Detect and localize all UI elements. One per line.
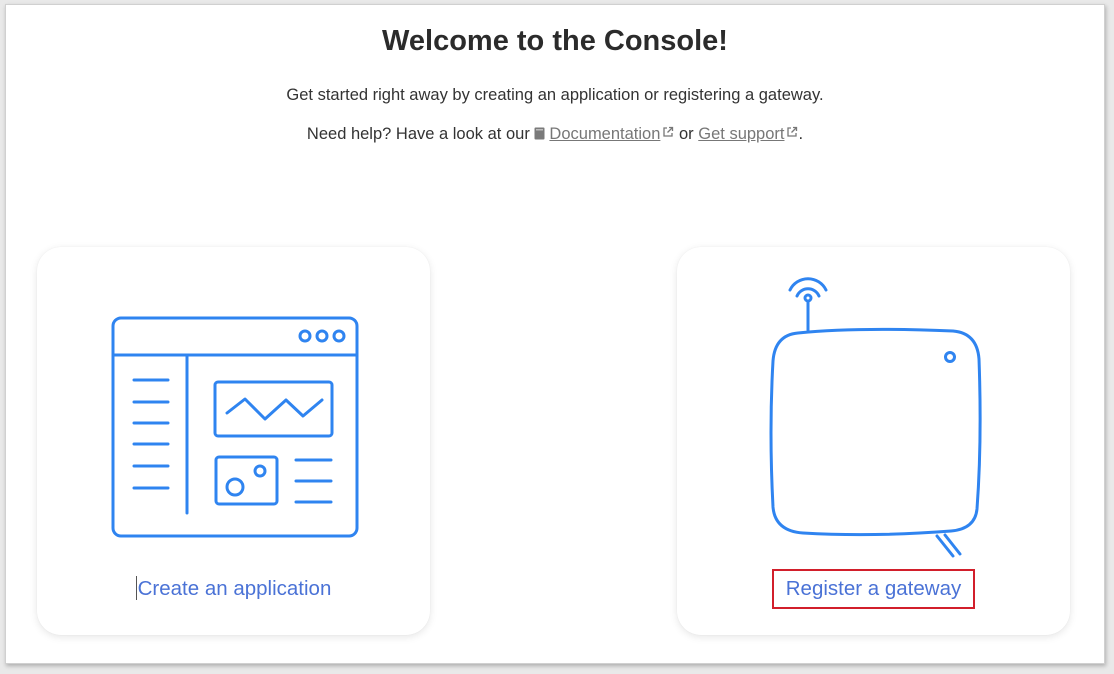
get-support-link[interactable]: Get support bbox=[698, 125, 784, 143]
register-gateway-highlight[interactable]: Register a gateway bbox=[771, 569, 976, 609]
help-prefix: Need help? Have a look at our bbox=[306, 125, 530, 143]
create-application-card[interactable]: Create an application bbox=[37, 247, 430, 635]
gateway-device-icon bbox=[769, 277, 982, 558]
external-link-icon bbox=[663, 126, 674, 137]
console-welcome-window: Welcome to the Console! Get started righ… bbox=[5, 4, 1105, 664]
help-line: Need help? Have a look at our Documentat… bbox=[6, 125, 1104, 144]
register-gateway-card[interactable]: Register a gateway bbox=[677, 247, 1070, 635]
help-suffix: . bbox=[798, 125, 804, 143]
create-application-text: Create an application bbox=[137, 577, 332, 600]
text-cursor bbox=[135, 576, 137, 600]
application-window-icon bbox=[111, 316, 359, 538]
book-icon bbox=[534, 127, 545, 140]
external-link-icon bbox=[787, 126, 798, 137]
page-title: Welcome to the Console! bbox=[382, 25, 728, 57]
create-application-label[interactable]: Create an application bbox=[37, 576, 430, 601]
welcome-subtitle: Get started right away by creating an ap… bbox=[286, 86, 824, 104]
documentation-link[interactable]: Documentation bbox=[549, 125, 660, 143]
register-gateway-label[interactable]: Register a gateway bbox=[677, 569, 1070, 609]
or-text: or bbox=[679, 125, 694, 143]
register-gateway-text: Register a gateway bbox=[785, 577, 962, 600]
